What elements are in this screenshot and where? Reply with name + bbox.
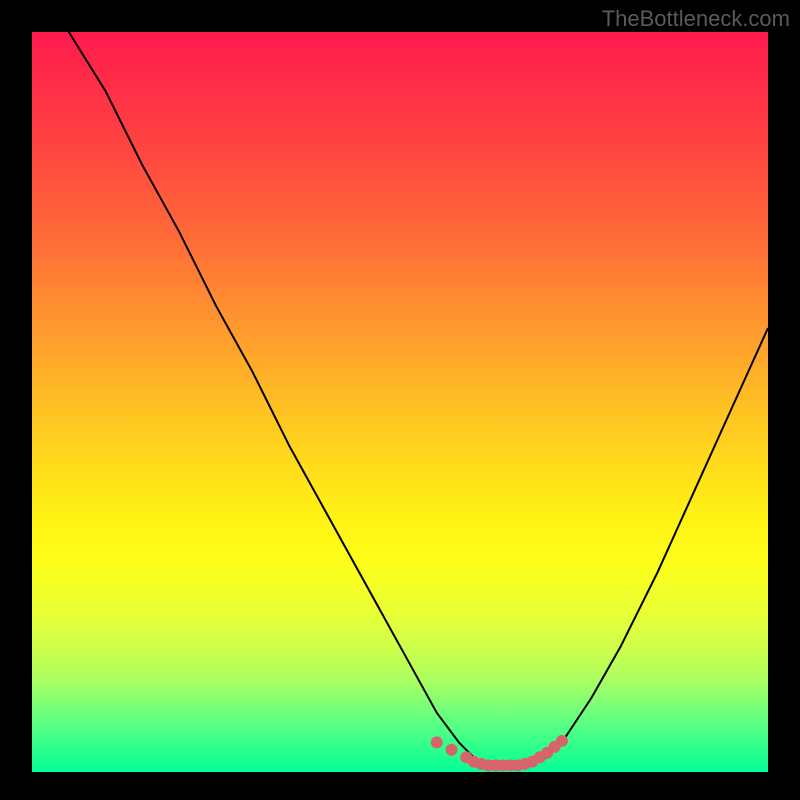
- flat-marker-dot: [431, 736, 443, 748]
- flat-marker-dot: [556, 735, 568, 747]
- flat-marker-dot: [446, 744, 458, 756]
- marker-layer: [32, 32, 768, 772]
- watermark-label: TheBottleneck.com: [602, 6, 790, 32]
- plot-area: [32, 32, 768, 772]
